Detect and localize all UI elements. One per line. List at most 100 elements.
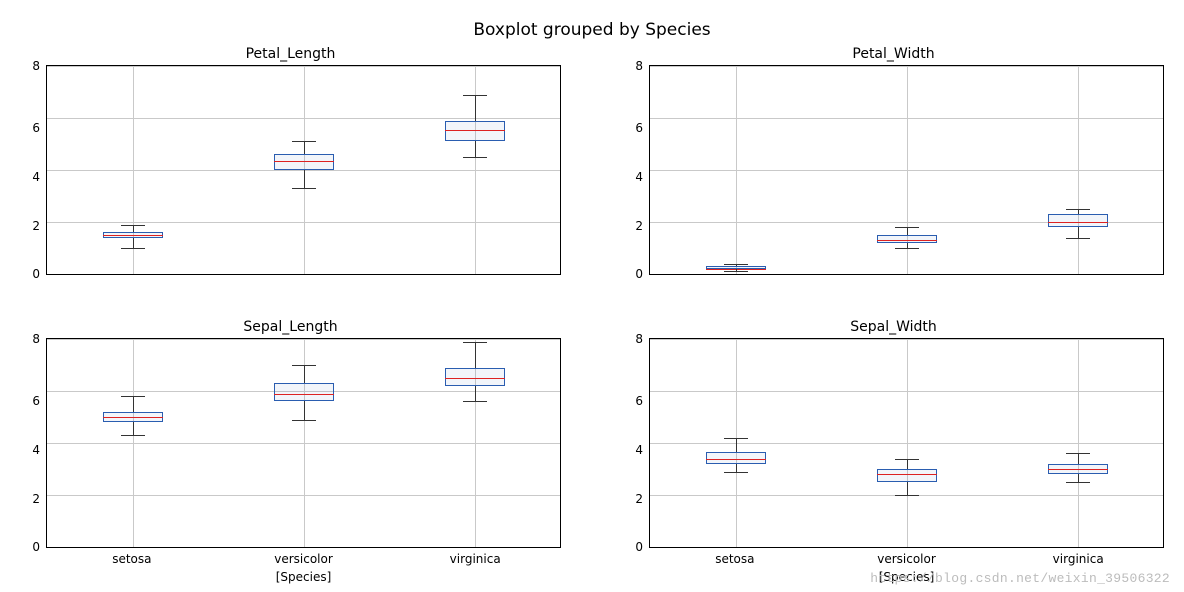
y-tick: 6: [635, 394, 643, 408]
y-tick: 2: [635, 492, 643, 506]
category-setosa: [47, 66, 218, 274]
category-setosa: [650, 339, 821, 547]
box-container: [47, 66, 560, 274]
cap-upper: [463, 95, 487, 96]
whisker-upper: [736, 438, 737, 452]
plot-area: [649, 338, 1164, 548]
whisker-upper: [1078, 453, 1079, 463]
whisker-lower: [907, 482, 908, 495]
cap-upper: [292, 141, 316, 142]
cap-lower: [292, 188, 316, 189]
median-line: [445, 130, 505, 131]
cap-lower: [121, 248, 145, 249]
whisker-upper: [475, 342, 476, 368]
subplot-grid: Petal_Length86420Petal_Width86420Sepal_L…: [20, 46, 1164, 548]
median-line: [877, 474, 937, 475]
median-line: [274, 394, 334, 395]
subplot-0: Petal_Length 86420: [20, 46, 561, 275]
cap-upper: [895, 227, 919, 228]
y-ticks: 86420: [20, 65, 46, 275]
whisker-upper: [907, 459, 908, 469]
axes-row: 86420: [20, 65, 561, 275]
subplot-title: Petal_Length: [20, 46, 561, 62]
whisker-upper: [907, 227, 908, 235]
cap-lower: [463, 401, 487, 402]
y-ticks: 86420: [623, 65, 649, 275]
whisker-upper: [304, 365, 305, 383]
y-tick: 8: [635, 59, 643, 73]
median-line: [274, 161, 334, 162]
y-tick: 2: [32, 219, 40, 233]
median-line: [1048, 469, 1108, 470]
subplot-title: Sepal_Length: [20, 319, 561, 335]
cap-upper: [724, 264, 748, 265]
y-tick: 6: [32, 394, 40, 408]
cap-lower: [1066, 238, 1090, 239]
plot-area: [46, 338, 561, 548]
axes-row: 86420: [20, 338, 561, 548]
subplot-1: Petal_Width86420: [623, 46, 1164, 275]
y-tick: 4: [32, 443, 40, 457]
category-versicolor: [821, 66, 992, 274]
axes-row: 86420: [623, 65, 1164, 275]
cap-upper: [724, 438, 748, 439]
category-versicolor: [821, 339, 992, 547]
category-virginica: [389, 66, 560, 274]
cap-lower: [724, 472, 748, 473]
median-line: [103, 417, 163, 418]
y-tick: 2: [635, 219, 643, 233]
whisker-lower: [1078, 227, 1079, 237]
whisker-lower: [736, 464, 737, 472]
cap-upper: [1066, 453, 1090, 454]
figure: Boxplot grouped by Species Petal_Length8…: [0, 0, 1184, 592]
cap-upper: [463, 342, 487, 343]
category-setosa: [650, 66, 821, 274]
box: [445, 368, 505, 386]
y-tick: 8: [635, 332, 643, 346]
median-line: [706, 459, 766, 460]
box: [877, 235, 937, 243]
box: [274, 383, 334, 401]
cap-lower: [895, 248, 919, 249]
box-container: [650, 339, 1163, 547]
cap-upper: [121, 225, 145, 226]
y-tick: 0: [635, 540, 643, 554]
category-virginica: [389, 339, 560, 547]
box-container: [47, 339, 560, 547]
cap-upper: [292, 365, 316, 366]
cap-lower: [463, 157, 487, 158]
x-label: [Species]: [46, 548, 561, 584]
box: [274, 154, 334, 170]
watermark: https://blog.csdn.net/weixin_39506322: [870, 571, 1170, 586]
median-line: [1048, 222, 1108, 223]
cap-upper: [1066, 209, 1090, 210]
cap-lower: [121, 435, 145, 436]
median-line: [445, 378, 505, 379]
y-tick: 4: [635, 443, 643, 457]
box: [445, 121, 505, 142]
y-tick: 4: [635, 170, 643, 184]
axes-row: 86420: [623, 338, 1164, 548]
subplot-title: Sepal_Width: [623, 319, 1164, 335]
cap-upper: [895, 459, 919, 460]
whisker-lower: [475, 141, 476, 157]
subplot-3: Sepal_Width86420setosaversicolorvirginic…: [623, 319, 1164, 548]
category-virginica: [992, 339, 1163, 547]
y-tick: 8: [32, 59, 40, 73]
whisker-upper: [304, 141, 305, 154]
box-container: [650, 66, 1163, 274]
category-versicolor: [218, 339, 389, 547]
whisker-lower: [133, 238, 134, 248]
y-tick: 6: [32, 121, 40, 135]
cap-lower: [292, 420, 316, 421]
box: [1048, 214, 1108, 227]
y-tick: 8: [32, 332, 40, 346]
category-setosa: [47, 339, 218, 547]
whisker-lower: [475, 386, 476, 402]
cap-upper: [121, 396, 145, 397]
whisker-lower: [304, 401, 305, 419]
y-ticks: 86420: [20, 338, 46, 548]
whisker-upper: [133, 225, 134, 233]
plot-area: [649, 65, 1164, 275]
y-tick: 0: [32, 267, 40, 281]
